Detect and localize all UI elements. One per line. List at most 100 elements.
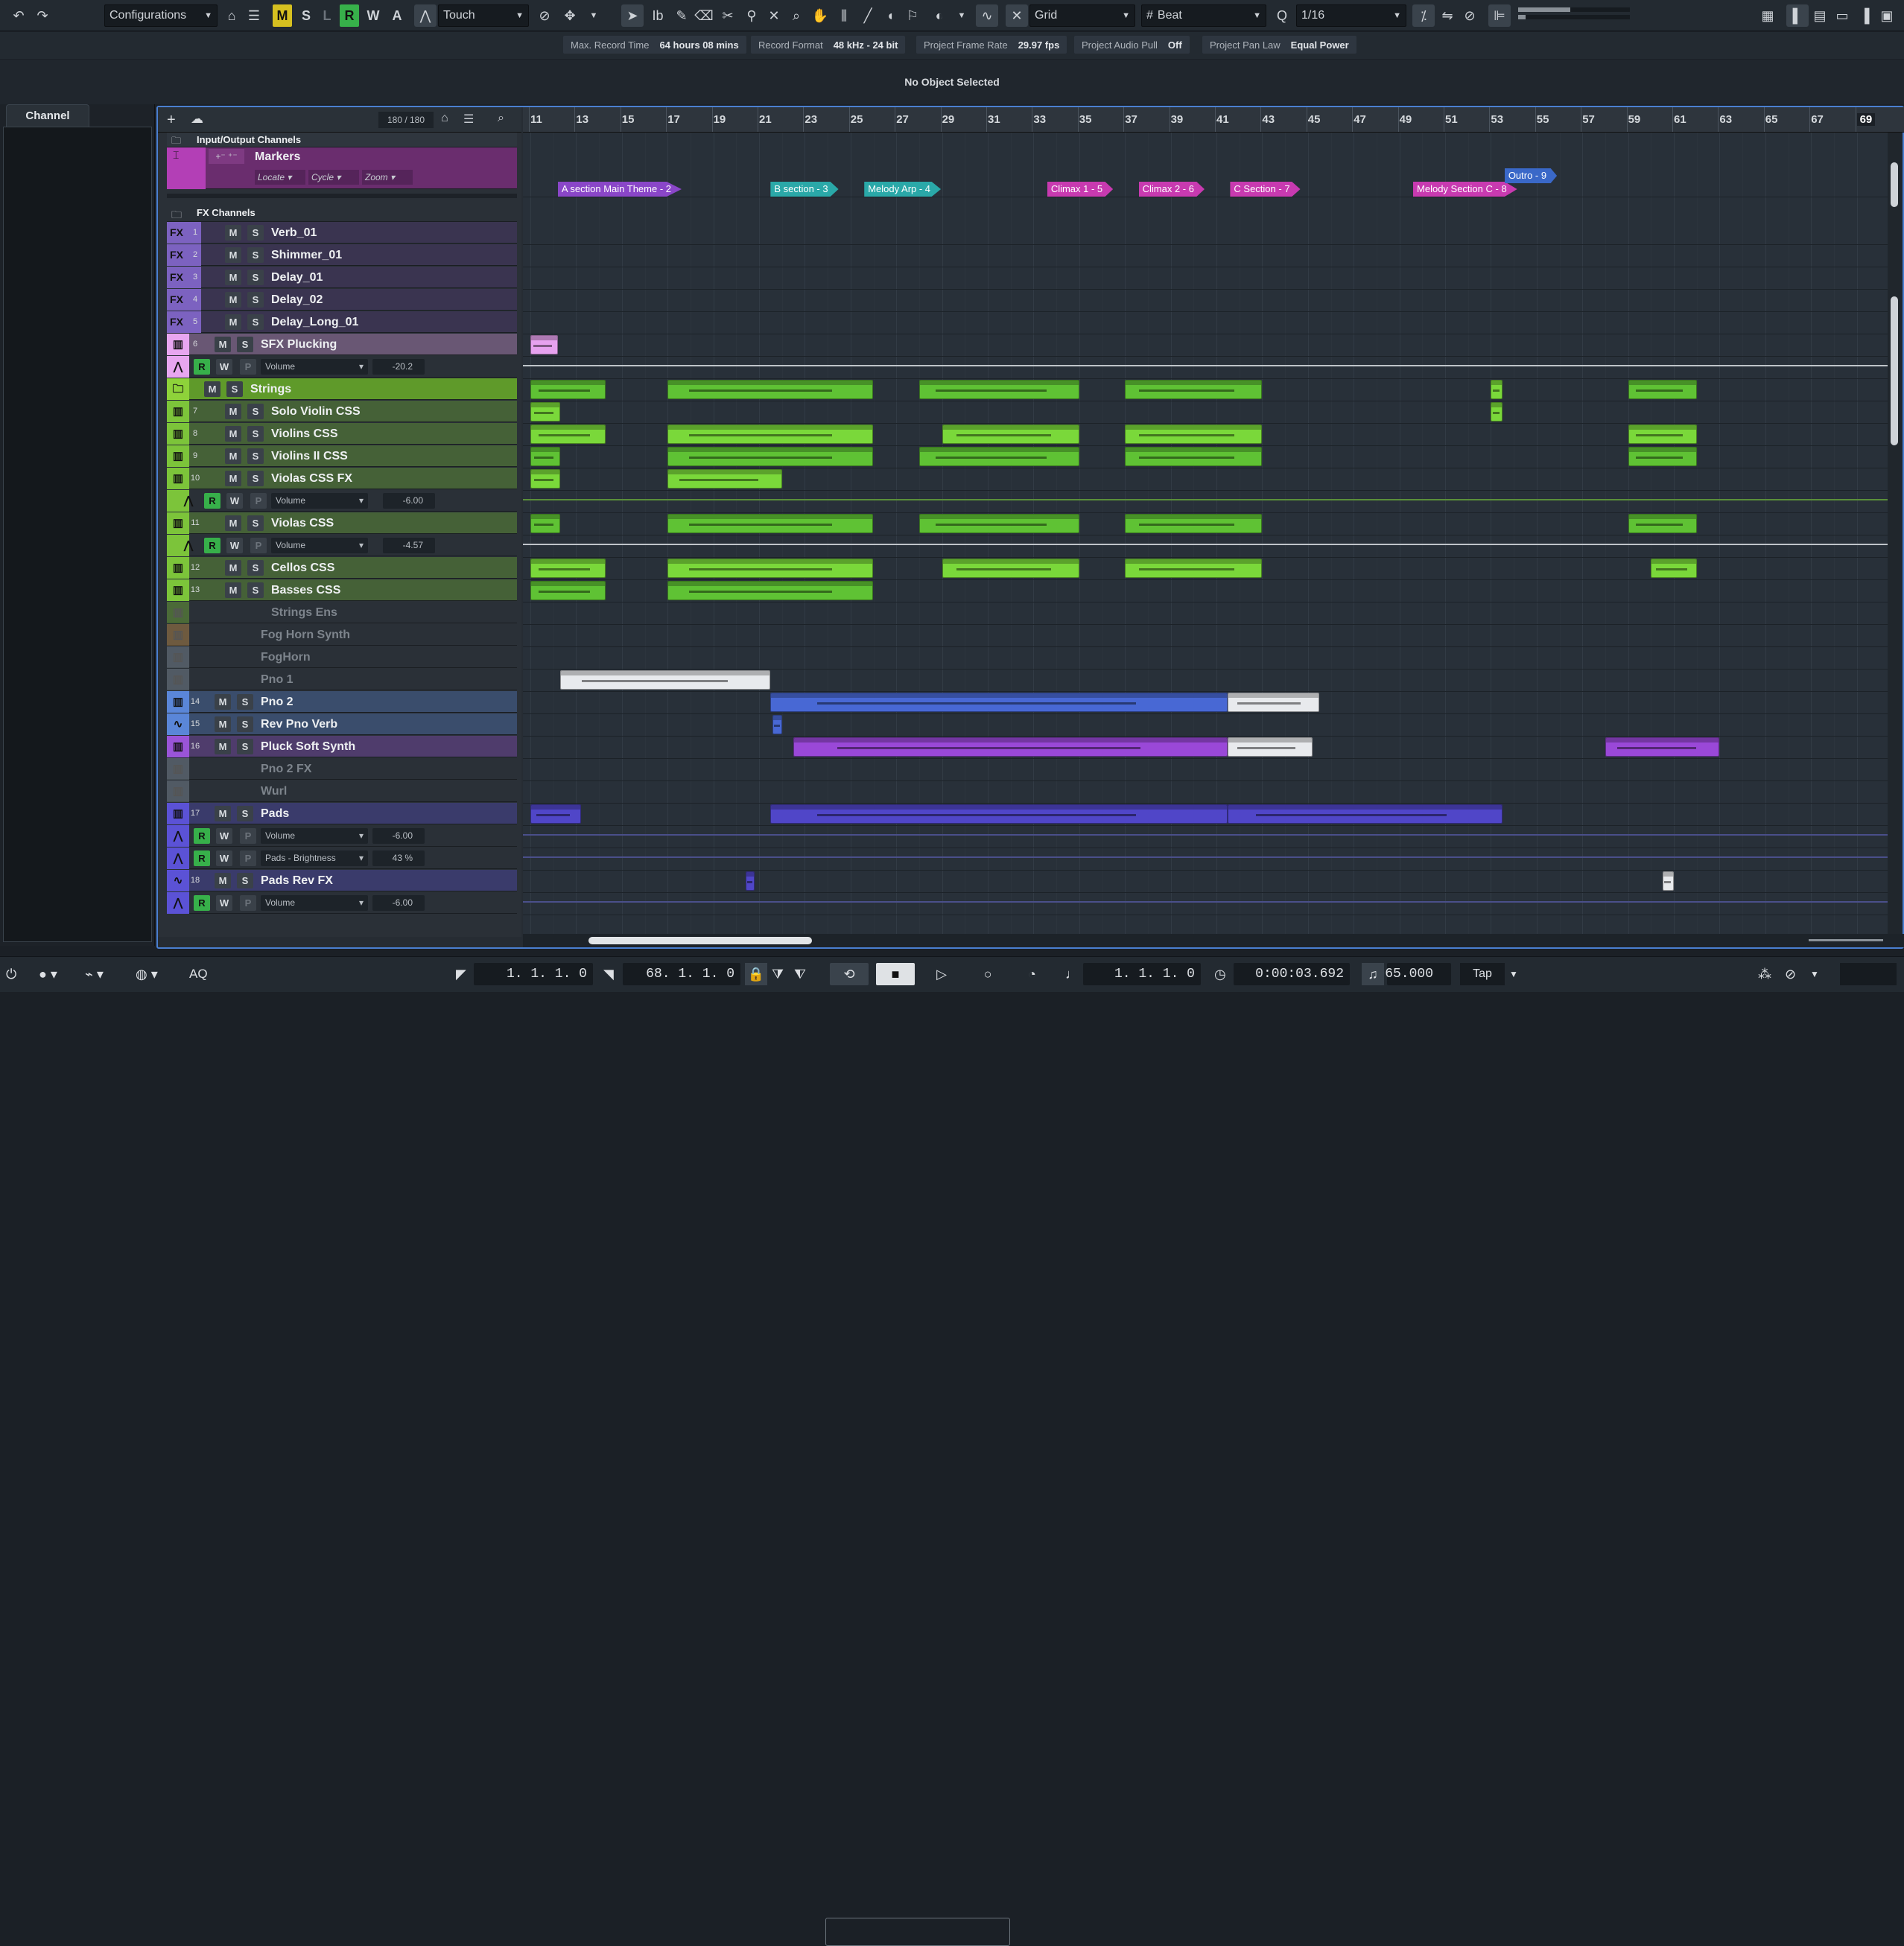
solo-button[interactable]: S (247, 582, 264, 598)
horizontal-scrollbar[interactable] (523, 934, 1904, 947)
position-field[interactable]: 1. 1. 1. 0 (1083, 963, 1201, 985)
mute-button[interactable]: M (225, 292, 241, 308)
event-part[interactable] (1125, 447, 1263, 466)
solo-button[interactable]: S (247, 292, 264, 308)
automation-parameter-dropdown[interactable]: Volume ▾ (271, 538, 368, 553)
left-zone-toggle-icon[interactable]: ▌ (1786, 4, 1809, 27)
track-disabled[interactable]: ▥ Fog Horn Synth (167, 624, 517, 646)
event-part[interactable] (530, 469, 560, 489)
marker-event[interactable]: Outro - 9 (1504, 168, 1558, 183)
scroll-thumb[interactable] (1891, 162, 1898, 207)
line-tool-icon[interactable]: ╱ (857, 4, 879, 27)
event-part[interactable] (667, 559, 874, 578)
write-button[interactable]: W (216, 828, 232, 844)
solo-button[interactable]: S (237, 806, 253, 821)
scroll-thumb[interactable] (1891, 296, 1898, 445)
mute-button[interactable]: M (225, 582, 241, 598)
mute-button[interactable]: M (215, 694, 231, 710)
event-part[interactable] (667, 581, 874, 600)
automation-value[interactable]: -6.00 (372, 828, 425, 844)
event-part[interactable] (1651, 559, 1697, 578)
event-part[interactable] (918, 447, 1079, 466)
scroll-thumb[interactable] (588, 937, 812, 944)
lower-zone-toggle-icon[interactable]: ▭ (1831, 4, 1853, 27)
color-tool-icon[interactable]: ⚐ (901, 4, 924, 27)
event-part[interactable] (745, 871, 755, 891)
track-auto[interactable]: ⋀ R W P Pads - Brightness ▾ 43 % (167, 848, 517, 869)
metronome-dropdown-icon[interactable]: ◍ ▾ (136, 963, 168, 985)
grid-type-dropdown[interactable]: # Beat ▼ (1141, 4, 1266, 27)
right-zone-toggle-icon[interactable]: ▐ (1853, 4, 1876, 27)
tempo-field[interactable]: 65.000 (1385, 963, 1451, 985)
marker-event[interactable]: Melody Section C - 8 (1413, 182, 1517, 197)
inspector-toggle-icon[interactable]: ▤ (1809, 4, 1831, 27)
event-display[interactable]: A section Main Theme - 2 B section - 3 Mel… (523, 133, 1891, 937)
marker-track[interactable]: ⌶ +⁻ ⁺⁻ Markers Locate ▾ Cycle ▾ Zoom ▾ (167, 147, 517, 189)
ruler[interactable]: 11 13 15 17 19 21 23 25 27 29 31 33 35 37 39 41 43 45 47 49… (523, 107, 1904, 133)
snap-toggle-icon[interactable]: ∿ (976, 4, 998, 27)
punch-out-icon[interactable]: ⧨ (794, 963, 812, 985)
track-auto[interactable]: ⋀ R W P Volume ▾ -6.00 (167, 490, 517, 512)
track-inst[interactable]: ▥ 7 M S Solo Violin CSS (167, 401, 517, 422)
quantize-dropdown[interactable]: 1/16 ▼ (1296, 4, 1406, 27)
add-marker-icon[interactable]: +⁻ ⁺⁻ (209, 149, 244, 164)
event-part[interactable] (667, 514, 874, 533)
track-fx[interactable]: FX 2 M S Shimmer_01 (167, 244, 517, 266)
solo-button[interactable]: S (237, 739, 253, 754)
automation-parameter-dropdown[interactable]: Pads - Brightness ▾ (261, 850, 368, 866)
write-button[interactable]: W (216, 895, 232, 911)
read-button[interactable]: R (194, 359, 210, 375)
solo-button[interactable]: S (237, 716, 253, 732)
mute-button[interactable]: M (204, 381, 220, 397)
sync-dropdown-arrow[interactable]: ▼ (1810, 963, 1825, 985)
snap-zero-icon[interactable]: ⇋ (1436, 4, 1459, 27)
solo-button[interactable]: S (247, 560, 264, 576)
track-inst[interactable]: ▥ 6 M S SFX Plucking (167, 334, 517, 355)
track-fx[interactable]: FX 5 M S Delay_Long_01 (167, 311, 517, 333)
event-part[interactable] (1125, 559, 1263, 578)
tap-tempo-button[interactable]: Tap (1460, 963, 1505, 985)
track-inst[interactable]: ▥ 8 M S Violins CSS (167, 423, 517, 445)
automation-parameter-dropdown[interactable]: Volume ▾ (261, 359, 368, 375)
glue-tool-icon[interactable]: ⚲ (740, 4, 763, 27)
track-fx[interactable]: FX 4 M S Delay_02 (167, 289, 517, 311)
event-part[interactable] (667, 425, 874, 444)
pencil-tool-icon[interactable]: ✎ (670, 4, 693, 27)
cloud-icon[interactable]: ☁ (191, 112, 203, 127)
auto-scroll-icon[interactable]: ⊘ (533, 4, 556, 27)
track-folder[interactable]: 🗀 M S Strings (167, 378, 517, 400)
track-fx[interactable]: FX 3 M S Delay_01 (167, 267, 517, 288)
event-part[interactable] (1228, 693, 1320, 712)
read-button[interactable]: R (194, 850, 210, 866)
event-part[interactable] (667, 469, 782, 489)
mute-button[interactable]: M (225, 471, 241, 486)
left-locator-field[interactable]: 1. 1. 1. 0 (474, 963, 593, 985)
play-icon[interactable]: ▷ (922, 963, 961, 985)
track-disabled[interactable]: ▥ Wurl (167, 780, 517, 802)
marker-event[interactable]: Climax 1 - 5 (1047, 182, 1114, 197)
solo-button[interactable]: S (237, 873, 253, 888)
record-mode-icon[interactable]: ● ▾ (39, 963, 69, 985)
cycle-dropdown[interactable]: Cycle ▾ (308, 170, 359, 185)
solo-button[interactable]: S (247, 225, 264, 241)
event-part[interactable] (1228, 737, 1313, 757)
track-audio[interactable]: ∿ 18 M S Pads Rev FX (167, 870, 517, 891)
stop-icon[interactable]: ■ (876, 963, 915, 985)
automation-parameter-dropdown[interactable]: Volume ▾ (261, 828, 368, 844)
event-part[interactable] (793, 737, 1228, 757)
event-part[interactable] (1605, 737, 1720, 757)
parameter-icon[interactable]: P (240, 828, 256, 844)
sync-icon[interactable]: ⊘ (1785, 963, 1804, 985)
automation-mode-icon[interactable]: ⋀ (414, 4, 437, 27)
solo-button[interactable]: S (247, 448, 264, 464)
tempo-dropdown-arrow[interactable]: ▼ (1509, 963, 1526, 985)
configurations-dropdown[interactable]: Configurations ▼ (104, 4, 218, 27)
track-auto[interactable]: ⋀ R W P Volume ▾ -6.00 (167, 892, 517, 914)
event-part[interactable] (1125, 425, 1263, 444)
punch-in-icon[interactable]: ⧩ (772, 963, 790, 985)
event-part[interactable] (1125, 380, 1263, 399)
track-inst[interactable]: ▥ 17 M S Pads (167, 803, 517, 824)
erase-tool-icon[interactable]: ⌫ (693, 4, 715, 27)
track-inst[interactable]: ▥ 10 M S Violas CSS FX (167, 468, 517, 489)
iterative-quantize-icon[interactable]: ⁒ (1412, 4, 1435, 27)
